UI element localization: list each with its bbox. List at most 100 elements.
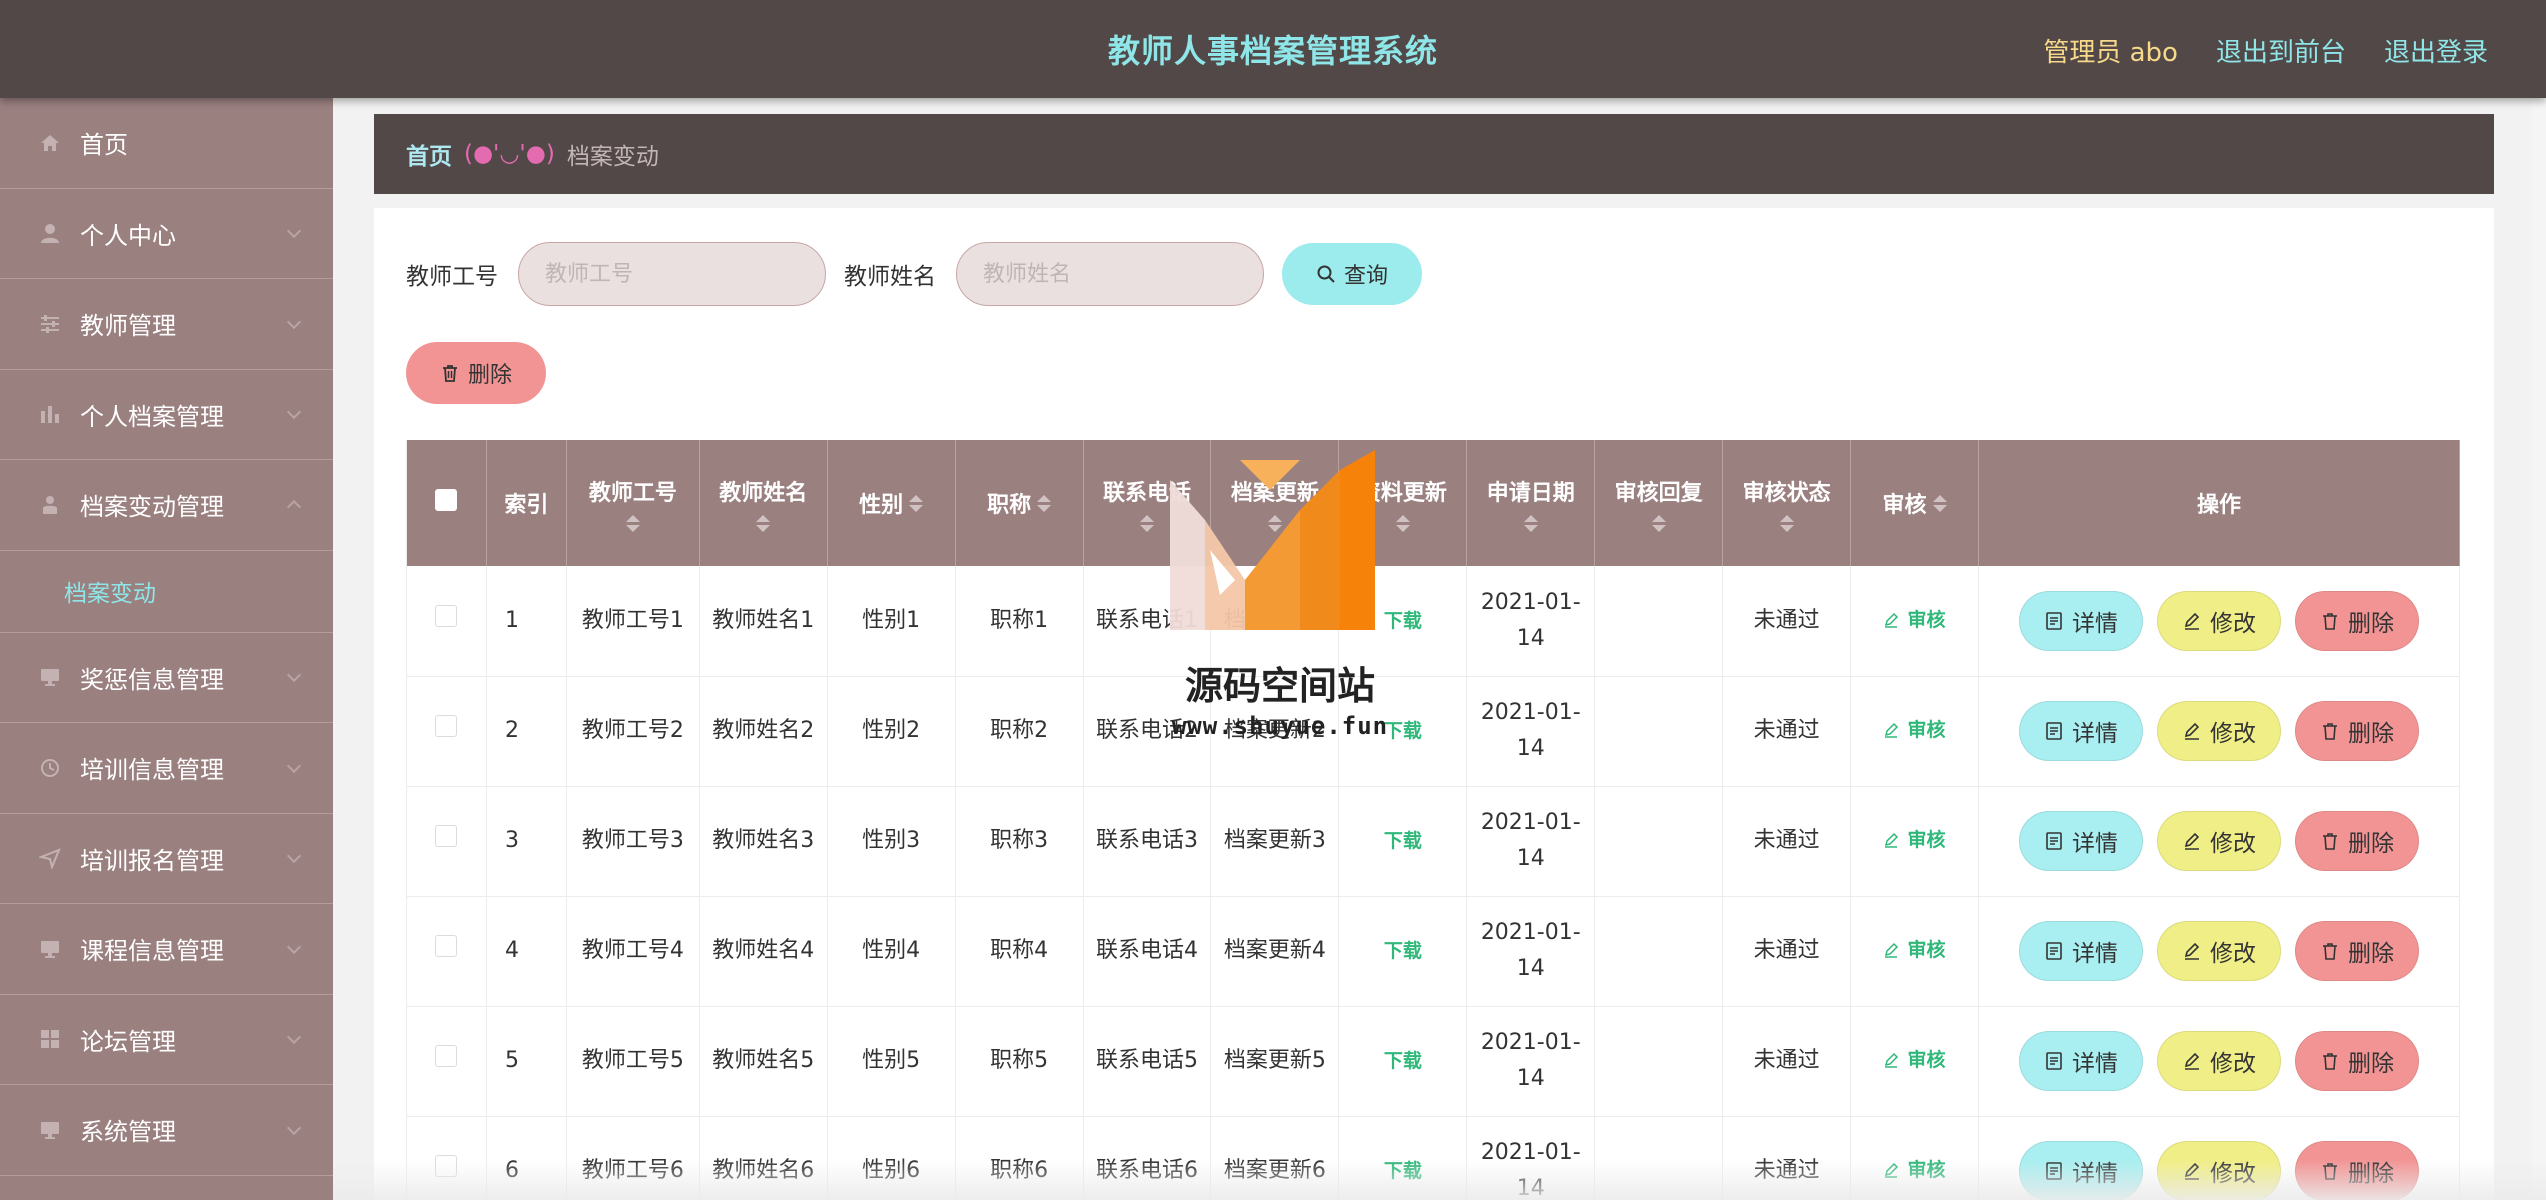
detail-button[interactable]: 详情 [2018,1031,2143,1091]
delete-button[interactable]: 删除 [2294,590,2419,651]
col-sex[interactable]: 性别 [827,440,956,566]
sidebar-item-teacher-management[interactable]: 教师管理 [0,279,333,370]
sidebar-item-course-info[interactable]: 课程信息管理 [0,904,333,995]
breadcrumb: 首页 (●'◡'●) 档案变动 [374,114,2494,194]
teacher-no-input[interactable] [518,242,826,306]
row-checkbox[interactable] [435,1045,458,1067]
edit-label: 修改 [2209,1051,2256,1077]
sort-icon[interactable] [909,494,924,512]
col-label: 性别 [859,493,904,518]
cell-apply-date: 2021-01-14 [1466,1006,1596,1117]
query-button[interactable]: 查询 [1282,243,1422,305]
chevron-down-icon [286,1030,302,1045]
col-title[interactable]: 职称 [955,440,1084,566]
sidebar-item-forum[interactable]: 论坛管理 [0,995,333,1085]
edit-button[interactable]: 修改 [2156,811,2281,871]
sort-icon[interactable] [1523,514,1538,532]
delete-button[interactable]: 删除 [2294,701,2419,761]
page-scrollbar[interactable] [2532,98,2546,1200]
row-checkbox[interactable] [435,825,458,847]
logout-link[interactable]: 退出登录 [2384,32,2488,69]
sidebar-item-training-signup[interactable]: 培训报名管理 [0,814,333,904]
cell-sex: 性别4 [827,896,956,1007]
col-teacher-no[interactable]: 教师工号 [566,440,700,566]
breadcrumb-current: 档案变动 [566,144,659,170]
cell-archive-update: 档案更新1 [1210,566,1340,677]
audit-link[interactable]: 审核 [1883,932,1946,968]
delete-button[interactable]: 删除 [2294,921,2419,981]
breadcrumb-home[interactable]: 首页 [406,137,452,171]
audit-link[interactable]: 审核 [1883,822,1946,858]
sort-icon[interactable] [1267,514,1282,532]
bulk-delete-button[interactable]: 删除 [406,342,546,404]
edit-button[interactable]: 修改 [2156,701,2281,761]
audit-link[interactable]: 审核 [1883,1042,1946,1078]
audit-link[interactable]: 审核 [1883,712,1946,748]
col-audit-reply[interactable]: 审核回复 [1594,440,1724,566]
col-teacher-name[interactable]: 教师姓名 [699,440,828,566]
col-audit[interactable]: 审核 [1850,440,1979,566]
delete-label: 删除 [2347,721,2394,747]
sort-icon[interactable] [625,514,640,532]
cell-teacher-name: 教师姓名2 [699,676,828,787]
detail-button[interactable]: 详情 [2018,701,2143,761]
exit-to-front-link[interactable]: 退出到前台 [2216,32,2346,69]
row-checkbox[interactable] [435,935,458,957]
cell-teacher-no: 教师工号3 [566,786,700,897]
teacher-name-input[interactable] [956,242,1264,306]
monitor-icon [38,937,62,961]
edit-button[interactable]: 修改 [2156,921,2281,981]
col-archive-update[interactable]: 档案更新 [1210,440,1340,566]
sidebar-item-training-info[interactable]: 培训信息管理 [0,723,333,814]
row-checkbox[interactable] [435,604,458,627]
sort-icon[interactable] [1395,514,1410,532]
edit-button[interactable]: 修改 [2156,1031,2281,1091]
sort-icon[interactable] [1037,494,1052,512]
download-link[interactable]: 下载 [1384,940,1422,962]
cell-teacher-no: 教师工号1 [566,566,700,677]
sidebar-subitem-archive-change[interactable]: 档案变动 [0,551,333,633]
cell-teacher-name: 教师姓名3 [699,786,828,897]
col-file-update[interactable]: 资料更新 [1338,440,1468,566]
edit-icon [1885,832,1899,848]
document-icon [2046,722,2062,740]
document-icon [2046,1052,2062,1070]
sidebar-item-personal-center[interactable]: 个人中心 [0,189,333,279]
sidebar-item-archive-change[interactable]: 档案变动管理 [0,460,333,551]
main-content: 教师工号 教师姓名 查询 删除 索引 教师工号 教师姓名 性别 职称 联系电话 … [374,208,2494,1200]
sidebar-item-home[interactable]: 首页 [0,98,333,189]
col-phone[interactable]: 联系电话 [1083,440,1212,566]
detail-button[interactable]: 详情 [2018,590,2143,651]
detail-button[interactable]: 详情 [2018,811,2143,871]
col-apply-date[interactable]: 申请日期 [1466,440,1596,566]
sort-icon[interactable] [1651,514,1666,532]
delete-button[interactable]: 删除 [2294,811,2419,871]
monitor-icon [38,665,62,689]
sort-icon[interactable] [1779,514,1794,532]
sort-icon[interactable] [756,514,771,532]
download-link[interactable]: 下载 [1384,610,1422,632]
col-index: 索引 [486,440,567,566]
sidebar-item-personal-archive[interactable]: 个人档案管理 [0,370,333,460]
trash-icon [2322,1053,2337,1070]
table-row: 1 教师工号1 教师姓名1 性别1 职称1 联系电话1 档案更新1 下载 202… [406,566,2461,677]
search-form: 教师工号 教师姓名 查询 [406,242,1422,306]
col-audit-status[interactable]: 审核状态 [1722,440,1852,566]
select-all-checkbox[interactable] [435,489,458,511]
table-header-row: 索引 教师工号 教师姓名 性别 职称 联系电话 档案更新 资料更新 申请日期 审… [406,440,2461,566]
cell-teacher-no: 教师工号5 [566,1006,700,1117]
row-checkbox[interactable] [435,715,458,737]
sort-icon[interactable] [1140,514,1154,532]
detail-button[interactable]: 详情 [2018,921,2143,981]
audit-link[interactable]: 审核 [1883,602,1946,638]
download-link[interactable]: 下载 [1384,1050,1422,1072]
sort-icon[interactable] [1932,494,1947,512]
download-link[interactable]: 下载 [1384,830,1422,852]
sidebar-item-reward-punish[interactable]: 奖惩信息管理 [0,633,333,723]
sidebar-item-system[interactable]: 系统管理 [0,1085,333,1176]
table-row: 4 教师工号4 教师姓名4 性别4 职称4 联系电话4 档案更新4 下载 202… [406,896,2461,1007]
delete-button[interactable]: 删除 [2294,1031,2419,1091]
clock-icon [38,756,62,780]
download-link[interactable]: 下载 [1384,720,1422,742]
edit-button[interactable]: 修改 [2156,590,2281,651]
